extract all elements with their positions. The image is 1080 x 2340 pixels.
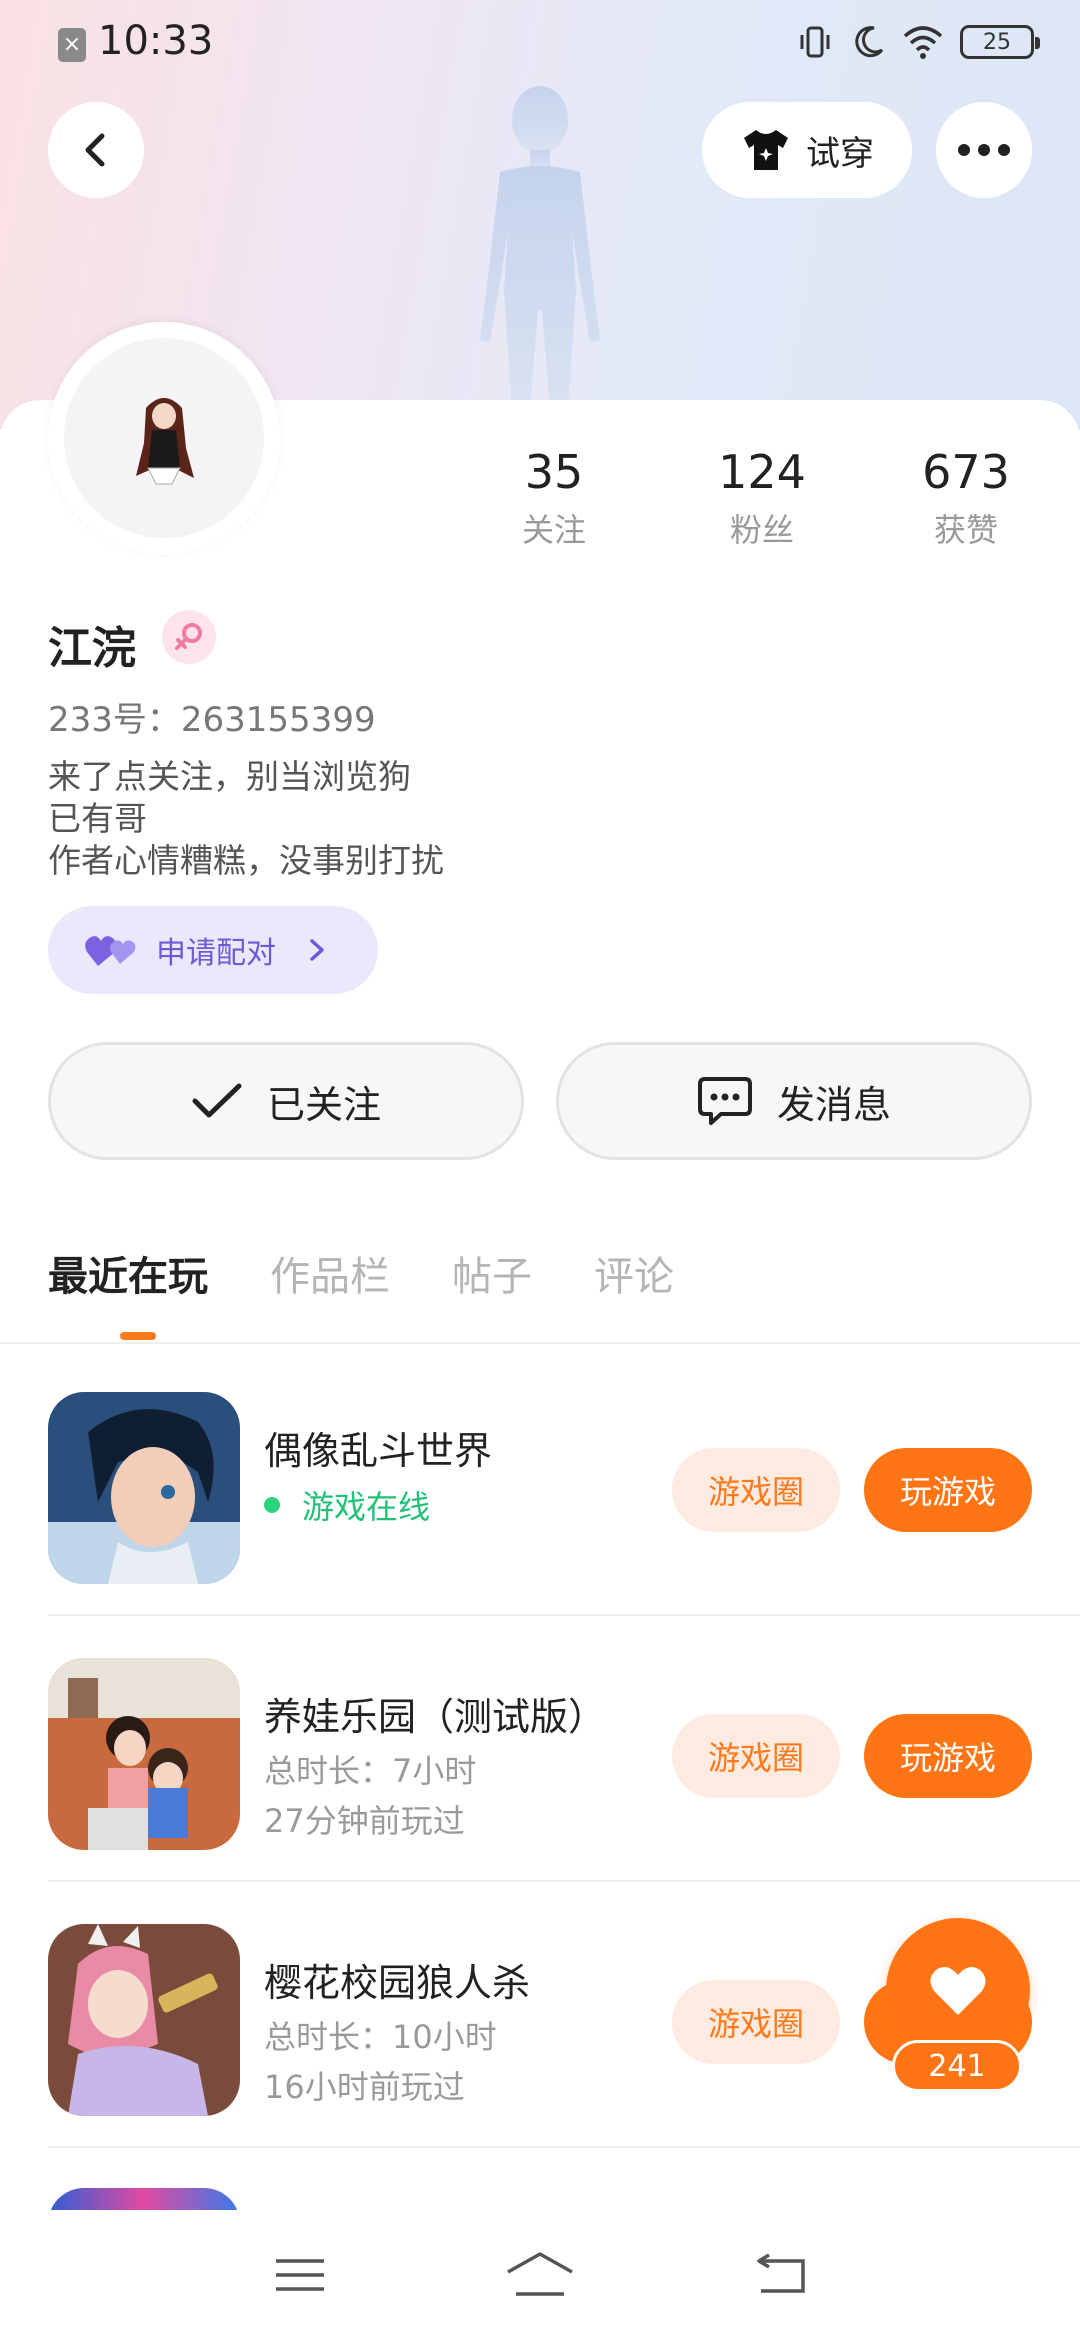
stat-fans[interactable]: 124 粉丝 [682, 445, 842, 551]
female-icon [162, 610, 216, 664]
check-icon [192, 1083, 242, 1118]
tab-divider [0, 1342, 1080, 1344]
apply-pair-label: 申请配对 [156, 936, 276, 971]
message-label: 发消息 [776, 1082, 891, 1127]
system-nav-bar [0, 2210, 1080, 2340]
close-notification-icon: × [58, 28, 86, 62]
row-divider [48, 2146, 1080, 2148]
status-bar: × 10:33 25 [0, 0, 1080, 86]
menu-icon [276, 2259, 324, 2291]
game-circle-button[interactable]: 游戏圈 [672, 1448, 840, 1532]
avatar[interactable] [48, 322, 280, 554]
message-button[interactable]: 发消息 [556, 1042, 1032, 1160]
game-title: 樱花校园狼人杀 [264, 1961, 531, 2005]
online-dot-icon [264, 1497, 280, 1513]
stat-fans-count: 124 [718, 445, 806, 499]
message-icon [697, 1077, 752, 1125]
status-time: 10:33 [98, 18, 214, 64]
back-icon [757, 2253, 805, 2293]
try-on-label: 试穿 [806, 133, 874, 174]
stat-fans-label: 粉丝 [729, 511, 794, 549]
avatar-image [64, 338, 264, 538]
bio-line: 已有哥 [48, 799, 147, 838]
game-online-label: 游戏在线 [302, 1488, 431, 1526]
stat-following-count: 35 [524, 445, 584, 499]
game-online-status: 游戏在线 [264, 1482, 430, 1528]
more-button[interactable] [936, 102, 1032, 198]
game-circle-button[interactable]: 游戏圈 [672, 1980, 840, 2064]
game-title: 养娃乐园（测试版） [264, 1695, 607, 1739]
stat-likes-count: 673 [922, 445, 1010, 499]
play-game-button[interactable]: 玩游戏 [864, 1448, 1032, 1532]
stat-following[interactable]: 35 关注 [474, 445, 634, 551]
heart-icon [930, 1966, 986, 2015]
followed-button[interactable]: 已关注 [48, 1042, 524, 1160]
battery-level: 25 [983, 29, 1011, 55]
avatar-character [136, 398, 194, 485]
menu-nav-button[interactable] [255, 2240, 345, 2310]
bio-line: 作者心情糟糕，没事别打扰 [48, 841, 444, 880]
stat-following-label: 关注 [521, 511, 586, 549]
game-duration: 总时长：10小时 [264, 2018, 497, 2056]
tshirt-icon [744, 130, 788, 170]
try-on-button[interactable]: 试穿 [702, 102, 912, 198]
followed-label: 已关注 [266, 1082, 381, 1127]
stat-likes-label: 获赞 [933, 511, 998, 549]
home-icon [507, 2252, 573, 2296]
chevron-left-icon [85, 133, 105, 167]
wifi-icon [903, 26, 943, 59]
tab-posts[interactable]: 帖子 [452, 1244, 532, 1302]
battery-icon: 25 [960, 25, 1040, 59]
moon-icon [855, 26, 884, 58]
back-button[interactable] [48, 102, 144, 198]
game-icon [48, 1924, 240, 2116]
game-last-played: 27分钟前玩过 [264, 1802, 465, 1840]
tab-comments[interactable]: 评论 [594, 1244, 674, 1302]
profile-uid: 233号：263155399 [48, 700, 376, 740]
more-horizontal-icon [958, 144, 1010, 156]
chevron-right-icon [310, 939, 324, 961]
apply-pair-button[interactable]: 申请配对 [48, 906, 378, 994]
avatar-figure-silhouette [480, 86, 600, 410]
game-circle-button[interactable]: 游戏圈 [672, 1714, 840, 1798]
back-nav-button[interactable] [735, 2240, 825, 2310]
game-title: 偶像乱斗世界 [264, 1429, 493, 1473]
profile-tabs: 最近在玩 作品栏 帖子 评论 [48, 1244, 674, 1302]
play-game-button[interactable]: 玩游戏 [864, 1714, 1032, 1798]
like-count-badge: 241 [892, 2040, 1022, 2092]
tab-works[interactable]: 作品栏 [270, 1244, 390, 1302]
double-heart-icon [85, 936, 136, 966]
profile-name: 江浣 [48, 623, 136, 674]
game-last-played: 16小时前玩过 [264, 2068, 465, 2106]
game-duration: 总时长：7小时 [264, 1752, 477, 1790]
bio-line: 来了点关注，别当浏览狗 [48, 757, 411, 796]
game-row[interactable]: 偶像乱斗世界 游戏在线 游戏圈 玩游戏 [48, 1350, 1080, 1616]
game-row[interactable]: 养娃乐园（测试版） 总时长：7小时 27分钟前玩过 游戏圈 玩游戏 [48, 1616, 1080, 1882]
tab-recent-played[interactable]: 最近在玩 [48, 1244, 208, 1302]
home-nav-button[interactable] [495, 2240, 585, 2310]
stat-likes[interactable]: 673 获赞 [886, 445, 1046, 551]
vibrate-icon [800, 26, 830, 58]
game-icon [48, 1658, 240, 1850]
status-icons: 25 [796, 22, 1040, 62]
tab-active-indicator [120, 1332, 156, 1340]
profile-bio: 来了点关注，别当浏览狗 已有哥 作者心情糟糕，没事别打扰 [48, 756, 444, 882]
game-icon [48, 1392, 240, 1584]
